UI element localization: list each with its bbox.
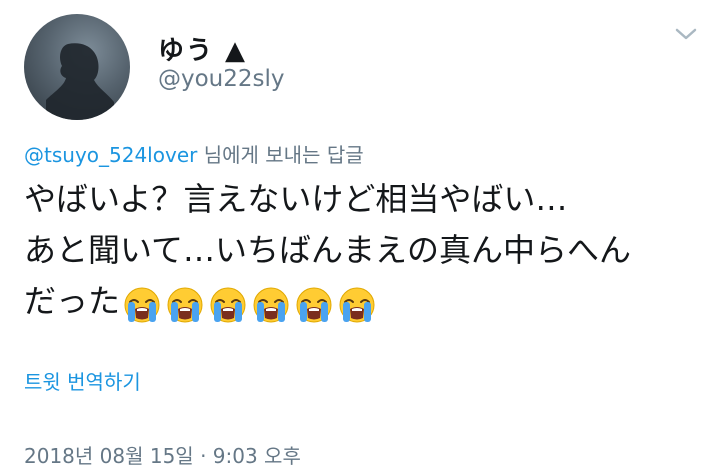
loudly-crying-face-icon — [210, 287, 246, 322]
loudly-crying-face-icon — [339, 287, 375, 322]
loudly-crying-face-icon — [167, 287, 203, 322]
tweet-line-3-text: だった — [24, 282, 121, 320]
tweet-text: やばいよ？言えないけど相当やばい… あと聞いて…いちばんまえの真ん中らへん だっ… — [24, 174, 704, 329]
tweet-line-1: やばいよ？言えないけど相当やばい… — [24, 180, 568, 218]
chevron-down-icon[interactable] — [674, 26, 698, 42]
translate-tweet-link[interactable]: 트윗 번역하기 — [24, 366, 141, 395]
avatar[interactable] — [24, 14, 130, 120]
tweet-line-3: だった — [24, 276, 704, 329]
reply-mention-link[interactable]: @tsuyo_524lover — [24, 143, 197, 167]
username[interactable]: @you22sly — [158, 66, 285, 92]
silhouette-icon — [46, 43, 114, 120]
tweet-line-2: あと聞いて…いちばんまえの真ん中らへん — [24, 231, 632, 269]
reply-suffix: 님에게 보내는 답글 — [197, 143, 364, 167]
emoji-row — [122, 278, 380, 329]
loudly-crying-face-icon — [296, 287, 332, 322]
timestamp[interactable]: 2018년 08월 15일 · 9:03 오후 — [24, 440, 301, 469]
reply-context: @tsuyo_524lover 님에게 보내는 답글 — [24, 139, 364, 168]
display-name[interactable]: ゆう ▲ — [158, 30, 247, 67]
loudly-crying-face-icon — [253, 287, 289, 322]
loudly-crying-face-icon — [124, 287, 160, 322]
